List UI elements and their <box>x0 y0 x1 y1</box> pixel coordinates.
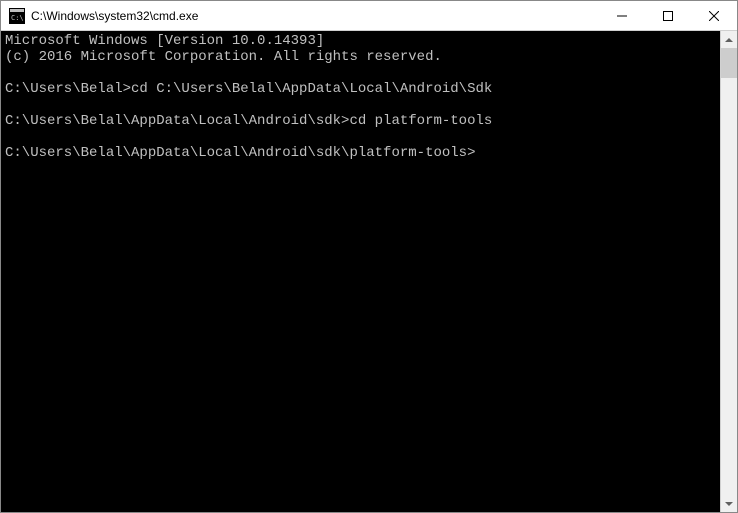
terminal-line: C:\Users\Belal\AppData\Local\Android\sdk… <box>5 113 720 129</box>
vertical-scrollbar[interactable] <box>720 31 737 512</box>
close-button[interactable] <box>691 1 737 30</box>
close-icon <box>709 11 719 21</box>
terminal-line: Microsoft Windows [Version 10.0.14393] <box>5 33 720 49</box>
chevron-up-icon <box>725 38 733 42</box>
scroll-down-arrow[interactable] <box>721 495 737 512</box>
minimize-icon <box>617 11 627 21</box>
chevron-down-icon <box>725 502 733 506</box>
maximize-button[interactable] <box>645 1 691 30</box>
terminal-line <box>5 97 720 113</box>
window-controls <box>599 1 737 30</box>
maximize-icon <box>663 11 673 21</box>
minimize-button[interactable] <box>599 1 645 30</box>
cmd-app-icon: C:\ <box>9 8 25 24</box>
terminal-line <box>5 65 720 81</box>
terminal-line: (c) 2016 Microsoft Corporation. All righ… <box>5 49 720 65</box>
titlebar: C:\ C:\Windows\system32\cmd.exe <box>1 1 737 31</box>
terminal-output[interactable]: Microsoft Windows [Version 10.0.14393](c… <box>1 31 720 512</box>
terminal-line: C:\Users\Belal>cd C:\Users\Belal\AppData… <box>5 81 720 97</box>
svg-text:C:\: C:\ <box>11 14 24 22</box>
window-title: C:\Windows\system32\cmd.exe <box>31 9 599 23</box>
terminal-line: C:\Users\Belal\AppData\Local\Android\sdk… <box>5 145 720 161</box>
scroll-thumb[interactable] <box>721 48 737 78</box>
content-area: Microsoft Windows [Version 10.0.14393](c… <box>1 31 737 512</box>
scroll-up-arrow[interactable] <box>721 31 737 48</box>
terminal-line <box>5 129 720 145</box>
